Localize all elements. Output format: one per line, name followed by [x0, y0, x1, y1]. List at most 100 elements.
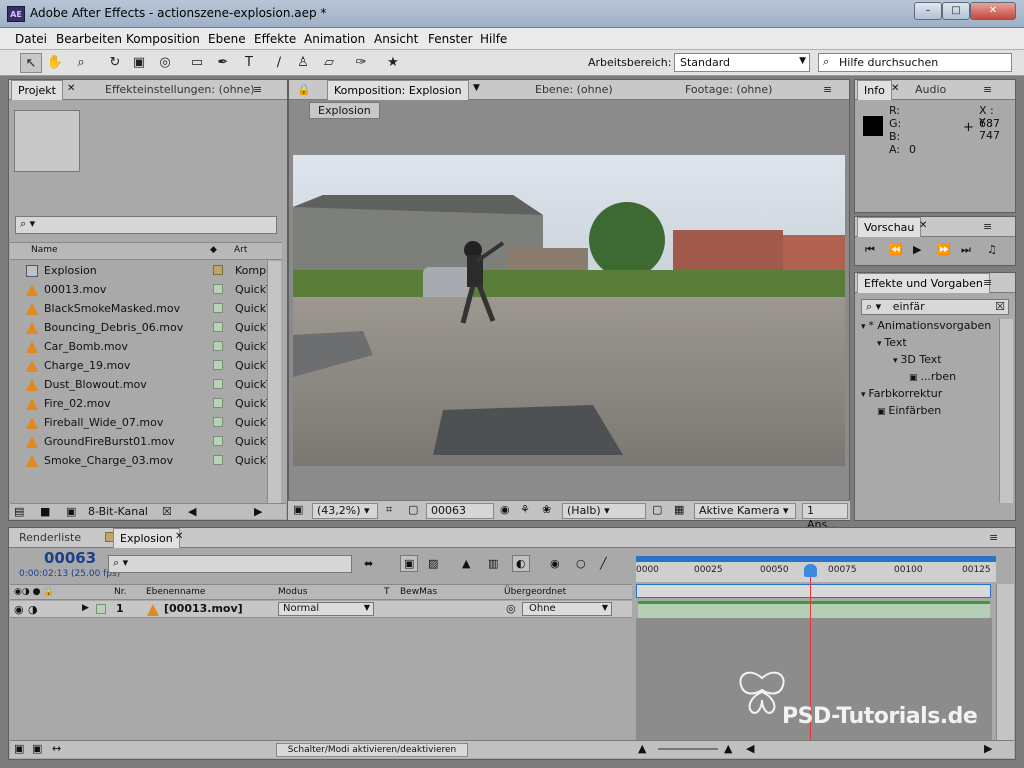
scroll-left-icon[interactable]: ◀: [746, 742, 754, 755]
tree-item[interactable]: ▾ * Animationsvorgaben: [861, 319, 991, 332]
trash-icon[interactable]: ☒: [162, 505, 172, 518]
menu-hilfe[interactable]: Hilfe: [480, 32, 507, 46]
tree-item[interactable]: ▾ Farbkorrektur: [861, 387, 942, 400]
zoom-in-icon[interactable]: ▲: [724, 742, 732, 755]
list-item[interactable]: Car_Bomb.mov QuickT: [10, 337, 273, 356]
list-item[interactable]: Bouncing_Debris_06.mov QuickT: [10, 318, 273, 337]
play-icon[interactable]: ▶: [913, 243, 921, 256]
graph-editor-icon[interactable]: ╱: [600, 557, 607, 570]
panel-menu-icon[interactable]: ≡: [989, 531, 998, 544]
transparency-grid-icon[interactable]: ▦: [674, 503, 684, 516]
list-item[interactable]: BlackSmokeMasked.mov QuickT: [10, 299, 273, 318]
draft-3d-icon[interactable]: ▨: [428, 557, 438, 570]
column-t[interactable]: T: [384, 587, 390, 597]
panel-menu-icon[interactable]: ≡: [983, 83, 992, 96]
label-color-swatch[interactable]: [213, 341, 223, 351]
label-color-swatch[interactable]: [213, 265, 223, 275]
tab-projekt[interactable]: Projekt: [11, 80, 63, 100]
work-area-bar[interactable]: [636, 556, 996, 562]
menu-ebene[interactable]: Ebene: [208, 32, 246, 46]
toggle-switches-modes-button[interactable]: Schalter/Modi aktivieren/deaktivieren: [276, 743, 468, 757]
label-color-swatch[interactable]: [96, 604, 106, 614]
bit-depth-label[interactable]: 8-Bit-Kanal: [88, 505, 148, 518]
timeline-search-input[interactable]: ⌕ ▾: [108, 555, 352, 573]
audio-icon[interactable]: ♫: [987, 243, 997, 256]
zoom-slider[interactable]: [658, 748, 718, 750]
new-comp-icon[interactable]: ▣: [66, 505, 76, 518]
views-select[interactable]: 1 Ans...: [802, 503, 848, 531]
brainstorm-icon[interactable]: ◉: [550, 557, 560, 570]
puppet-pin-tool-icon[interactable]: ★: [382, 53, 404, 73]
tab-effekte-vorgaben[interactable]: Effekte und Vorgaben: [857, 273, 990, 293]
label-color-swatch[interactable]: [213, 284, 223, 294]
new-folder-icon[interactable]: ■: [40, 505, 50, 518]
menu-ansicht[interactable]: Ansicht: [374, 32, 418, 46]
always-preview-icon[interactable]: ▣: [293, 503, 303, 516]
effects-scrollbar[interactable]: [999, 319, 1013, 503]
text-tool-icon[interactable]: T: [238, 53, 260, 73]
interpret-footage-icon[interactable]: ▤: [14, 505, 24, 518]
timeline-timecode[interactable]: 00063: [44, 549, 96, 567]
column-bewmas[interactable]: BewMas: [400, 587, 437, 597]
safe-zones-icon[interactable]: ⌗: [386, 503, 392, 517]
label-color-swatch[interactable]: [213, 303, 223, 313]
tree-item[interactable]: ▾ 3D Text: [893, 353, 942, 366]
maximize-button[interactable]: □: [942, 2, 970, 20]
label-color-swatch[interactable]: [213, 398, 223, 408]
prev-frame-icon[interactable]: ⏪: [889, 243, 903, 256]
menu-animation[interactable]: Animation: [304, 32, 365, 46]
label-color-swatch[interactable]: [213, 360, 223, 370]
label-color-swatch[interactable]: [213, 436, 223, 446]
tab-audio[interactable]: Audio: [909, 80, 952, 100]
list-item[interactable]: Fireball_Wide_07.mov QuickT: [10, 413, 273, 432]
close-icon[interactable]: ✕: [919, 220, 927, 231]
auto-keyframe-icon[interactable]: ○: [576, 557, 586, 570]
column-modus[interactable]: Modus: [278, 587, 307, 597]
toggle-stretch-icon[interactable]: ↔: [52, 742, 61, 755]
toggle-transfer-icon[interactable]: ▣: [32, 742, 42, 755]
zoom-select[interactable]: (43,2%) ▾: [312, 503, 378, 519]
resolution-select[interactable]: (Halb) ▾: [562, 503, 646, 519]
timeline-scrollbar[interactable]: [996, 584, 1014, 740]
pickwhip-icon[interactable]: ◎: [506, 602, 516, 615]
minimize-button[interactable]: –: [914, 2, 942, 20]
scroll-left-icon[interactable]: ◀: [188, 505, 196, 518]
pan-behind-tool-icon[interactable]: ◎: [154, 53, 176, 73]
tab-effekteinstellungen[interactable]: Effekteinstellungen: (ohne): [99, 80, 261, 100]
speaker-icon[interactable]: ◑: [28, 603, 38, 616]
channels-icon[interactable]: ❀: [542, 503, 551, 516]
frame-blending-icon[interactable]: ▥: [488, 557, 498, 570]
layer-row[interactable]: ◉ ◑ ▶ 1 [00013.mov] Normal ▼ ◎ Ohne ▼: [10, 601, 632, 618]
close-icon[interactable]: ✕: [891, 83, 899, 94]
menu-datei[interactable]: Datei: [15, 32, 47, 46]
close-icon[interactable]: ✕: [175, 531, 183, 542]
project-scrollbar[interactable]: [267, 261, 281, 504]
column-type[interactable]: Art: [234, 245, 247, 255]
expand-triangle-icon[interactable]: ▶: [82, 603, 89, 613]
tab-ebene[interactable]: Ebene: (ohne): [529, 80, 619, 100]
tab-renderliste[interactable]: Renderliste: [13, 528, 87, 548]
tab-vorschau[interactable]: Vorschau: [857, 217, 922, 237]
live-update-icon[interactable]: ▣: [400, 555, 419, 572]
menu-bearbeiten[interactable]: Bearbeiten: [56, 32, 122, 46]
camera-select[interactable]: Aktive Kamera ▾: [694, 503, 796, 519]
camera-tool-icon[interactable]: ▣: [128, 53, 150, 73]
tree-item[interactable]: ▣ Einfärben: [877, 404, 941, 417]
label-color-swatch[interactable]: [213, 455, 223, 465]
rectangle-tool-icon[interactable]: ▭: [186, 53, 208, 73]
layer-name[interactable]: [00013.mov]: [164, 602, 243, 615]
chevron-down-icon[interactable]: ▼: [473, 83, 480, 93]
motion-blur-icon[interactable]: ◐: [512, 555, 530, 572]
snapshot-icon[interactable]: ◉: [500, 503, 510, 516]
list-item[interactable]: Dust_Blowout.mov QuickT: [10, 375, 273, 394]
comp-breadcrumb[interactable]: Explosion: [309, 102, 380, 119]
column-name[interactable]: Name: [31, 245, 58, 255]
list-item[interactable]: Explosion Komp: [10, 261, 266, 280]
roto-brush-tool-icon[interactable]: ✑: [350, 53, 372, 73]
column-uebergeordnet[interactable]: Übergeordnet: [504, 587, 566, 597]
rotate-tool-icon[interactable]: ↻: [104, 53, 126, 73]
pen-tool-icon[interactable]: ✒: [212, 53, 234, 73]
current-time-display[interactable]: 00063: [426, 503, 494, 519]
scroll-right-icon[interactable]: ▶: [984, 742, 992, 755]
column-nr[interactable]: Nr.: [114, 587, 126, 597]
